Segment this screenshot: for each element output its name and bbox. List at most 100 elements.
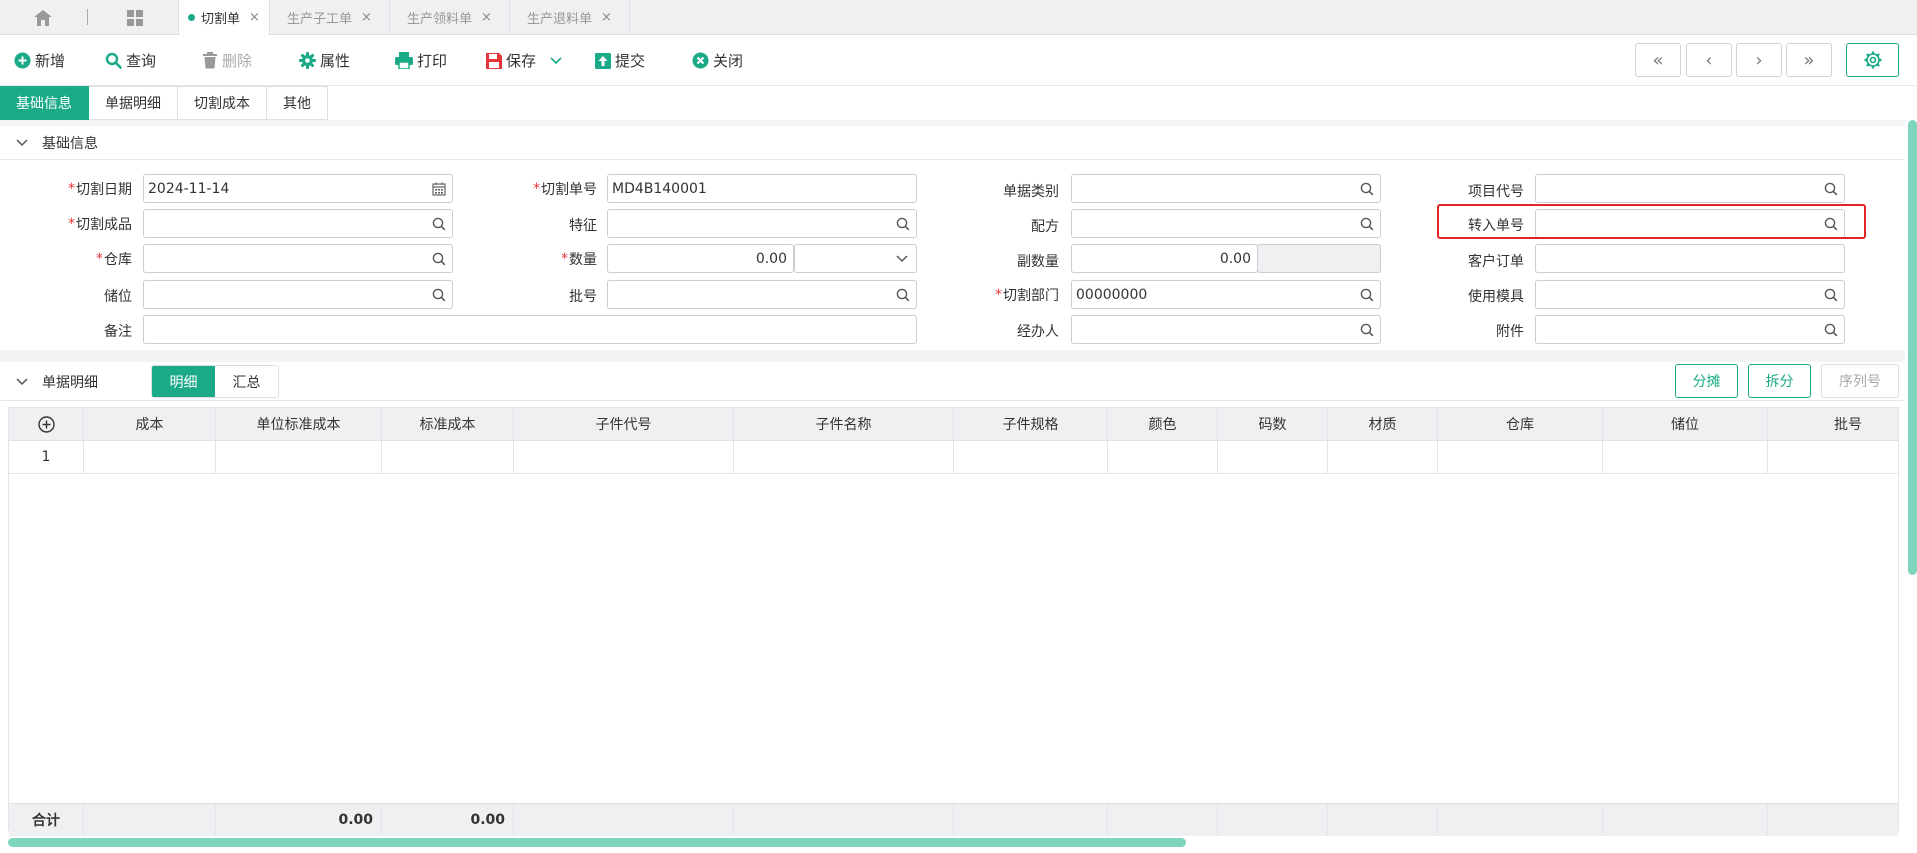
cell-part-spec[interactable]	[954, 441, 1108, 473]
prev-record-button[interactable]: ‹	[1686, 43, 1732, 77]
col-material[interactable]: 材质	[1328, 408, 1438, 440]
vertical-scrollbar[interactable]	[1908, 120, 1917, 575]
cut-no-field[interactable]: MD4B140001	[607, 174, 917, 203]
cell-color[interactable]	[1108, 441, 1218, 473]
table-row[interactable]: 1	[9, 441, 1898, 474]
close-icon[interactable]: ×	[601, 10, 612, 25]
col-unit-std-cost[interactable]: 单位标准成本	[216, 408, 382, 440]
split-button[interactable]: 拆分	[1748, 364, 1811, 398]
add-row-cell[interactable]	[9, 408, 84, 440]
cell-location[interactable]	[1603, 441, 1768, 473]
home-tab[interactable]	[20, 0, 65, 35]
settings-button[interactable]	[1846, 43, 1899, 77]
col-part-name[interactable]: 子件名称	[734, 408, 954, 440]
last-record-button[interactable]: »	[1786, 43, 1832, 77]
unit-select[interactable]	[794, 244, 917, 273]
transfer-no-field[interactable]	[1535, 209, 1845, 238]
cell-warehouse[interactable]	[1438, 441, 1603, 473]
search-icon[interactable]	[1824, 217, 1838, 231]
search-icon[interactable]	[1360, 323, 1374, 337]
col-size[interactable]: 码数	[1218, 408, 1328, 440]
close-button[interactable]: 关闭	[692, 35, 743, 86]
add-row-icon[interactable]	[37, 415, 55, 433]
search-icon[interactable]	[1824, 288, 1838, 302]
col-location[interactable]: 储位	[1603, 408, 1768, 440]
tab-basic-info[interactable]: 基础信息	[0, 86, 89, 120]
remark-field[interactable]	[143, 315, 917, 344]
attachment-field[interactable]	[1535, 315, 1845, 344]
cell-part-name[interactable]	[734, 441, 954, 473]
formula-field[interactable]	[1071, 209, 1381, 238]
active-dot	[188, 14, 196, 21]
cell-size[interactable]	[1218, 441, 1328, 473]
calendar-icon[interactable]	[432, 182, 446, 196]
tab-production-sub-order[interactable]: 生产子工单 ×	[270, 0, 390, 35]
cell-unit-std-cost[interactable]	[216, 441, 382, 473]
print-button[interactable]: 打印	[395, 35, 447, 86]
detail-grid: 成本 单位标准成本 标准成本 子件代号 子件名称 子件规格 颜色 码数 材质 仓…	[8, 407, 1899, 836]
chevron-down-icon[interactable]	[550, 56, 562, 65]
col-part-spec[interactable]: 子件规格	[954, 408, 1108, 440]
cell-cost[interactable]	[84, 441, 216, 473]
feature-field[interactable]	[607, 209, 917, 238]
basic-info-group-header[interactable]: 基础信息	[0, 126, 1905, 160]
batch-no-field[interactable]	[607, 280, 917, 309]
detail-group-header[interactable]: 单据明细	[0, 363, 1905, 401]
search-icon[interactable]	[432, 252, 446, 266]
quantity-field[interactable]: 0.00	[607, 244, 794, 273]
mold-field[interactable]	[1535, 280, 1845, 309]
cut-product-field[interactable]	[143, 209, 453, 238]
serial-no-button[interactable]: 序列号	[1821, 364, 1899, 398]
cell-part-code[interactable]	[514, 441, 734, 473]
search-icon[interactable]	[1360, 217, 1374, 231]
col-color[interactable]: 颜色	[1108, 408, 1218, 440]
first-record-button[interactable]: «	[1635, 43, 1681, 77]
view-summary-button[interactable]: 汇总	[215, 366, 278, 397]
search-icon[interactable]	[432, 288, 446, 302]
project-code-field[interactable]	[1535, 174, 1845, 203]
save-button[interactable]: 保存	[486, 35, 566, 86]
location-field[interactable]	[143, 280, 453, 309]
customer-order-field[interactable]	[1535, 244, 1845, 273]
view-detail-button[interactable]: 明细	[152, 366, 215, 397]
tab-production-return[interactable]: 生产退料单 ×	[510, 0, 630, 35]
col-batch[interactable]: 批号	[1768, 408, 1917, 440]
cut-dept-field[interactable]: 00000000	[1071, 280, 1381, 309]
search-icon[interactable]	[1824, 182, 1838, 196]
query-button[interactable]: 查询	[105, 35, 156, 86]
apps-tab[interactable]	[112, 0, 157, 35]
search-icon[interactable]	[1824, 323, 1838, 337]
delete-button[interactable]: 删除	[202, 35, 252, 86]
warehouse-field[interactable]	[143, 244, 453, 273]
col-std-cost[interactable]: 标准成本	[382, 408, 514, 440]
search-icon[interactable]	[896, 288, 910, 302]
close-icon[interactable]: ×	[361, 10, 372, 25]
close-icon[interactable]: ×	[249, 10, 260, 25]
tab-cutting-order[interactable]: 切割单 ×	[178, 0, 270, 35]
tab-other[interactable]: 其他	[267, 86, 328, 120]
cell-material[interactable]	[1328, 441, 1438, 473]
cell-batch[interactable]	[1768, 441, 1917, 473]
search-icon[interactable]	[1360, 288, 1374, 302]
search-icon[interactable]	[1360, 182, 1374, 196]
tab-production-picking[interactable]: 生产领料单 ×	[390, 0, 510, 35]
submit-button[interactable]: 提交	[595, 35, 645, 86]
col-part-code[interactable]: 子件代号	[514, 408, 734, 440]
properties-button[interactable]: 属性	[299, 35, 350, 86]
tab-cutting-cost[interactable]: 切割成本	[178, 86, 267, 120]
horizontal-scrollbar[interactable]	[8, 838, 1186, 847]
col-cost[interactable]: 成本	[84, 408, 216, 440]
allocate-button[interactable]: 分摊	[1675, 364, 1738, 398]
tab-doc-detail[interactable]: 单据明细	[89, 86, 178, 120]
handler-field[interactable]	[1071, 315, 1381, 344]
col-warehouse[interactable]: 仓库	[1438, 408, 1603, 440]
cell-std-cost[interactable]	[382, 441, 514, 473]
close-icon[interactable]: ×	[481, 10, 492, 25]
doc-type-field[interactable]	[1071, 174, 1381, 203]
search-icon[interactable]	[432, 217, 446, 231]
next-record-button[interactable]: ›	[1736, 43, 1782, 77]
search-icon[interactable]	[896, 217, 910, 231]
sub-quantity-field[interactable]: 0.00	[1071, 244, 1258, 273]
cut-date-field[interactable]: 2024-11-14	[143, 174, 453, 203]
new-button[interactable]: 新增	[14, 35, 65, 86]
